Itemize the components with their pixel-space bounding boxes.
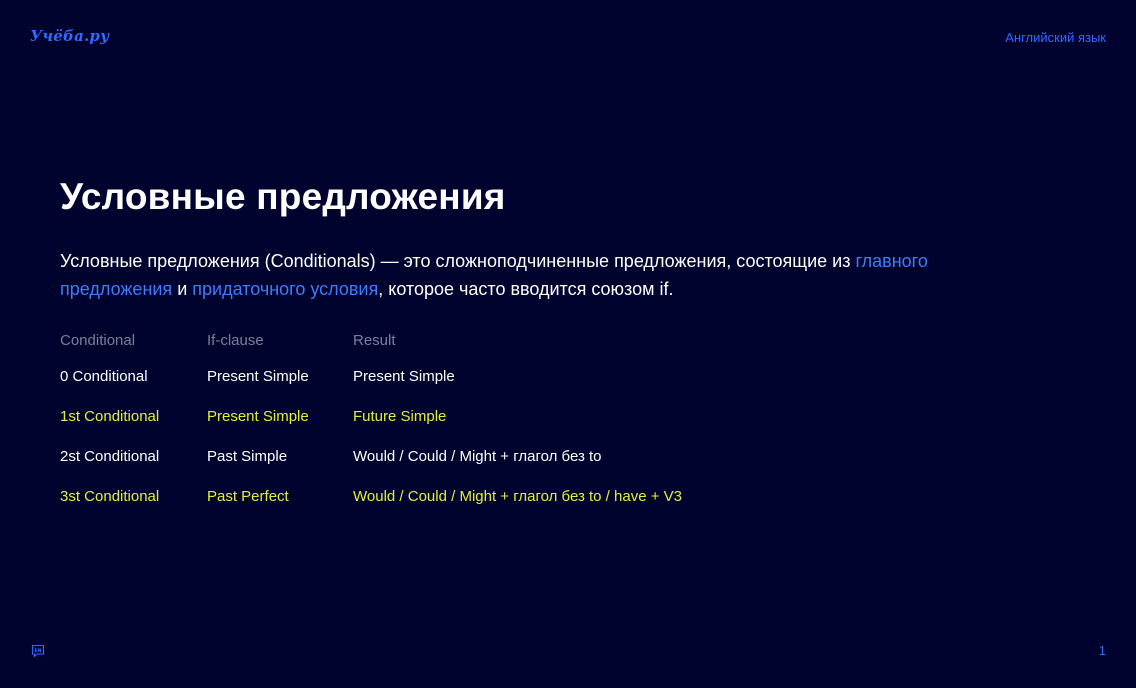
conditionals-table: Conditional If-clause Result 0 Condition… <box>60 332 682 516</box>
cell-result: Present Simple <box>353 367 455 385</box>
intro-paragraph: Условные предложения (Conditionals) — эт… <box>60 247 940 303</box>
page-number: 1 <box>1098 643 1106 658</box>
table-row: 2st Conditional Past Simple Would / Coul… <box>60 436 682 476</box>
column-header-result: Result <box>353 332 396 349</box>
cell-if-clause: Past Simple <box>207 447 288 465</box>
en-icon-label: EN <box>35 648 42 654</box>
cell-conditional: 3st Conditional <box>60 487 160 505</box>
table-row: 0 Conditional Present Simple Present Sim… <box>60 356 682 396</box>
cell-conditional: 2st Conditional <box>60 447 160 465</box>
cell-result: Would / Could / Might + глагол без to / … <box>353 487 682 505</box>
intro-text-3: , которое часто вводится союзом if. <box>378 279 674 299</box>
column-header-conditional: Conditional <box>60 332 136 349</box>
cell-conditional: 0 Conditional <box>60 367 148 385</box>
cell-conditional: 1st Conditional <box>60 407 160 425</box>
table-header-row: Conditional If-clause Result <box>60 332 682 356</box>
subject-label: Английский язык <box>1005 30 1106 45</box>
intro-text-1: Условные предложения (Conditionals) — эт… <box>60 251 856 271</box>
cell-result: Would / Could / Might + глагол без to <box>353 447 602 465</box>
en-language-icon: EN <box>31 644 45 658</box>
logo: Учёба.ру <box>30 27 110 45</box>
cell-if-clause: Past Perfect <box>207 487 289 505</box>
if-clause-term: придаточного условия <box>192 279 379 299</box>
table-row: 1st Conditional Present Simple Future Si… <box>60 396 682 436</box>
intro-text-2: и <box>172 279 193 299</box>
cell-if-clause: Present Simple <box>207 367 309 385</box>
cell-if-clause: Present Simple <box>207 407 309 425</box>
column-header-if-clause: If-clause <box>207 332 264 349</box>
page-title: Условные предложения <box>60 176 506 217</box>
cell-result: Future Simple <box>353 407 447 425</box>
table-row: 3st Conditional Past Perfect Would / Cou… <box>60 476 682 516</box>
